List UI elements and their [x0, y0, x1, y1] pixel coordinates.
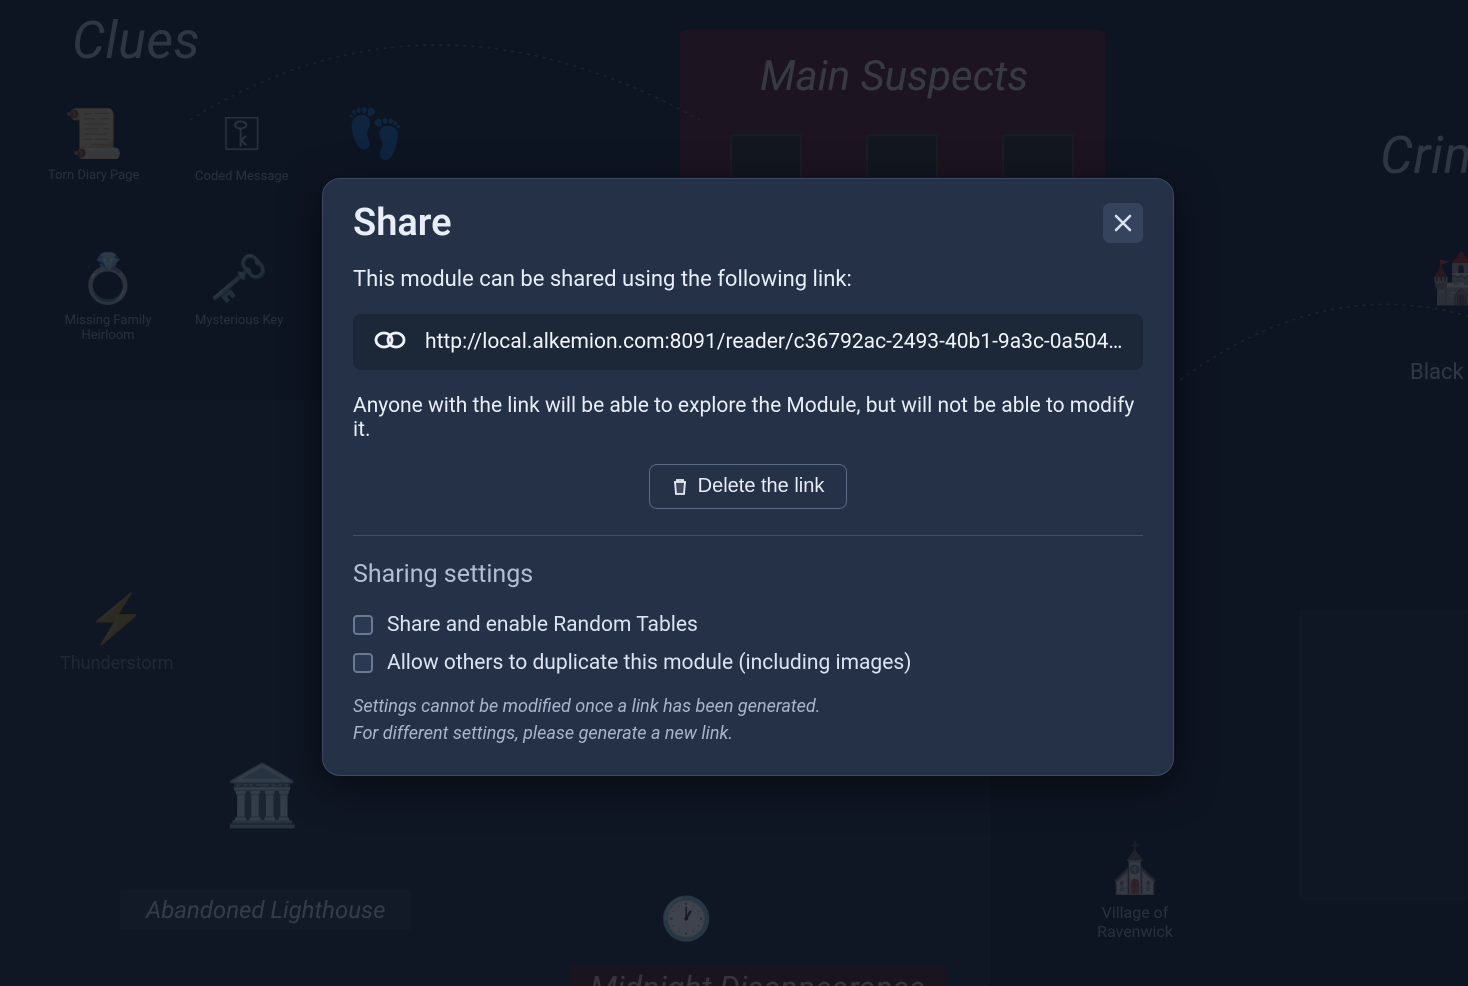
- delete-link-button[interactable]: Delete the link: [649, 464, 848, 509]
- close-button[interactable]: [1103, 203, 1143, 243]
- share-link-field[interactable]: http://local.alkemion.com:8091/reader/c3…: [353, 314, 1143, 370]
- checkbox[interactable]: [353, 615, 373, 635]
- modal-title: Share: [353, 201, 452, 245]
- footnote-line: For different settings, please generate …: [353, 720, 1143, 747]
- link-icon: [373, 328, 407, 356]
- setting-label: Allow others to duplicate this module (i…: [387, 651, 912, 675]
- checkbox[interactable]: [353, 653, 373, 673]
- share-modal: Share This module can be shared using th…: [322, 178, 1174, 776]
- share-link-url: http://local.alkemion.com:8091/reader/c3…: [425, 330, 1123, 354]
- delete-link-label: Delete the link: [698, 475, 825, 498]
- modal-intro-text: This module can be shared using the foll…: [353, 267, 1143, 292]
- setting-row-allow-duplicate[interactable]: Allow others to duplicate this module (i…: [353, 651, 1143, 675]
- divider: [353, 535, 1143, 536]
- permission-note: Anyone with the link will be able to exp…: [353, 394, 1143, 442]
- close-icon: [1114, 214, 1132, 232]
- setting-row-random-tables[interactable]: Share and enable Random Tables: [353, 613, 1143, 637]
- settings-footnote: Settings cannot be modified once a link …: [353, 693, 1143, 747]
- footnote-line: Settings cannot be modified once a link …: [353, 693, 1143, 720]
- settings-heading: Sharing settings: [353, 560, 1143, 589]
- setting-label: Share and enable Random Tables: [387, 613, 698, 637]
- trash-icon: [672, 478, 688, 496]
